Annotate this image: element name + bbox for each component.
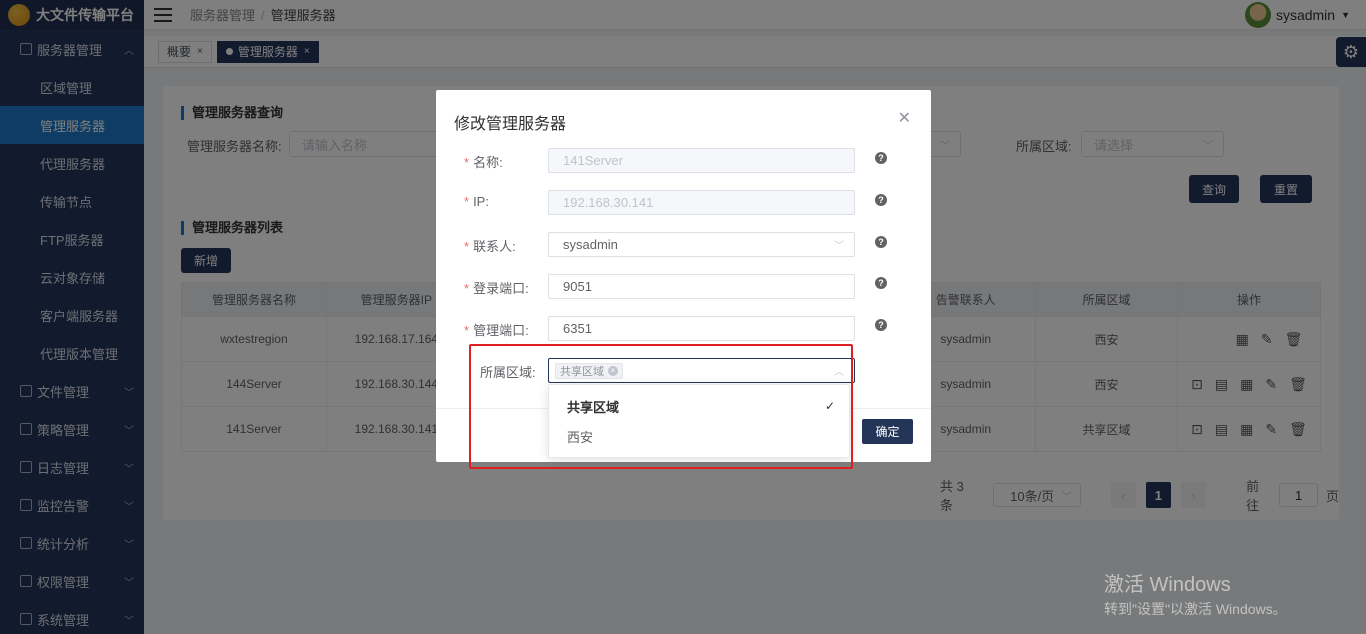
- help-icon[interactable]: ?: [875, 277, 887, 289]
- name-input: 141Server: [548, 148, 855, 173]
- login-port-label-text: 登录端口:: [473, 281, 529, 296]
- ip-label: * IP:: [464, 194, 489, 209]
- help-icon[interactable]: ?: [875, 194, 887, 206]
- mgmt-port-label: * 管理端口:: [464, 323, 529, 338]
- mgmt-port-label-text: 管理端口:: [473, 323, 529, 338]
- login-port-label: * 登录端口:: [464, 281, 529, 296]
- mgmt-port-input[interactable]: 6351: [548, 316, 855, 341]
- ip-label-text: IP:: [473, 194, 489, 209]
- watermark-line2: 转到"设置"以激活 Windows。: [1104, 601, 1287, 617]
- dialog-title: 修改管理服务器: [454, 116, 567, 133]
- watermark-line1: 激活 Windows: [1104, 574, 1231, 596]
- login-port-input[interactable]: 9051: [548, 274, 855, 299]
- chevron-down-icon: ﹀: [834, 241, 844, 252]
- contact-label-text: 联系人:: [473, 239, 516, 254]
- contact-select[interactable]: sysadmin ﹀: [548, 232, 855, 257]
- help-icon[interactable]: ?: [875, 319, 887, 331]
- name-label: * 名称:: [464, 155, 503, 170]
- help-icon[interactable]: ?: [875, 152, 887, 164]
- contact-label: * 联系人:: [464, 239, 516, 254]
- windows-watermark: 激活 Windows 转到"设置"以激活 Windows。: [1104, 568, 1287, 619]
- confirm-button[interactable]: 确定: [862, 419, 913, 444]
- ip-input: 192.168.30.141: [548, 190, 855, 215]
- name-label-text: 名称:: [473, 155, 503, 170]
- contact-value: sysadmin: [563, 237, 618, 252]
- highlight-box: [469, 344, 853, 469]
- help-icon[interactable]: ?: [875, 236, 887, 248]
- close-icon[interactable]: ✕: [898, 108, 911, 128]
